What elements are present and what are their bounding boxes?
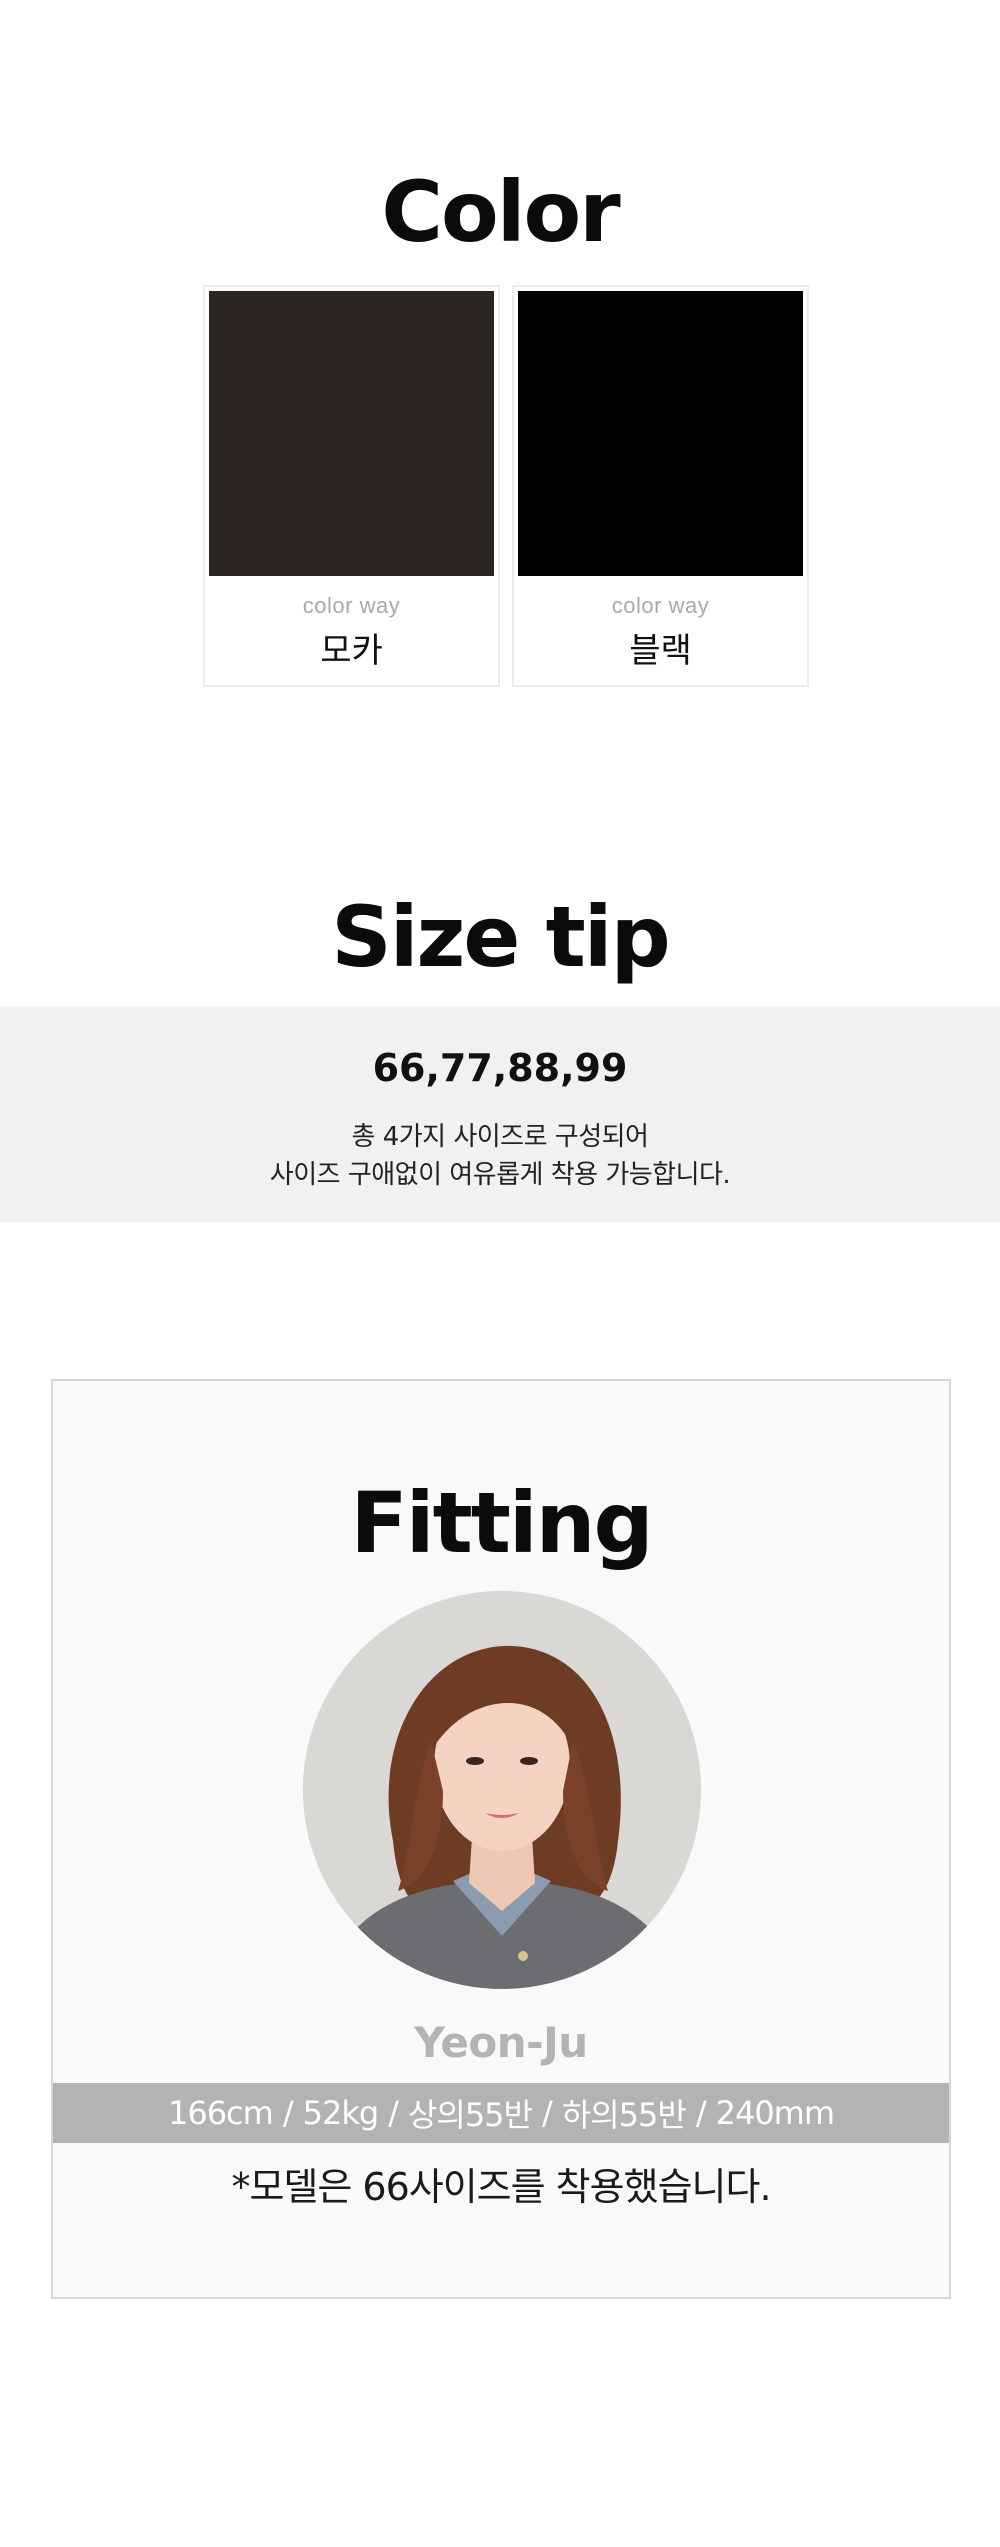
spec-separator: / bbox=[541, 2094, 553, 2132]
spec-separator: / bbox=[282, 2094, 294, 2132]
fitting-box: Fitting Yeon-Ju 166cm / 52kg / 상의55반 / 하… bbox=[51, 1379, 951, 2299]
spec-separator: / bbox=[388, 2094, 399, 2132]
spec-separator: / bbox=[695, 2094, 707, 2132]
size-tip-band: 66,77,88,99 총 4가지 사이즈로 구성되어 사이즈 구애없이 여유롭… bbox=[0, 1006, 1000, 1222]
size-desc-line-1: 총 4가지 사이즈로 구성되어 bbox=[351, 1122, 649, 1152]
swatch-black bbox=[518, 291, 803, 576]
spec-shoe-size: 240mm bbox=[715, 2094, 835, 2132]
model-avatar bbox=[303, 1591, 701, 1989]
spec-top-size: 상의55반 bbox=[407, 2096, 533, 2134]
model-portrait-icon bbox=[303, 1591, 701, 1989]
size-desc-line-2: 사이즈 구애없이 여유롭게 착용 가능합니다. bbox=[269, 1160, 731, 1190]
swatch-card-mocha[interactable]: color way 모카 bbox=[203, 285, 500, 687]
spec-height: 166cm bbox=[167, 2094, 274, 2132]
color-swatches: color way 모카 color way 블랙 bbox=[203, 285, 809, 687]
model-spec-bar: 166cm / 52kg / 상의55반 / 하의55반 / 240mm bbox=[53, 2083, 949, 2143]
size-list: 66,77,88,99 bbox=[372, 1046, 628, 1090]
model-name: Yeon-Ju bbox=[414, 2018, 588, 2067]
swatch-caption: color way bbox=[302, 593, 401, 618]
swatch-name: 블랙 bbox=[629, 631, 692, 671]
color-section-title: Color bbox=[381, 163, 620, 261]
size-section-title: Size tip bbox=[331, 888, 670, 986]
fitting-note: *모델은 66사이즈를 착용했습니다. bbox=[231, 2165, 771, 2209]
spec-weight: 52kg bbox=[302, 2094, 380, 2132]
swatch-card-black[interactable]: color way 블랙 bbox=[512, 285, 809, 687]
swatch-mocha bbox=[209, 291, 494, 576]
fitting-section-title: Fitting bbox=[350, 1474, 653, 1572]
swatch-name: 모카 bbox=[320, 631, 383, 671]
spec-bottom-size: 하의55반 bbox=[561, 2096, 687, 2134]
swatch-caption: color way bbox=[611, 593, 710, 618]
